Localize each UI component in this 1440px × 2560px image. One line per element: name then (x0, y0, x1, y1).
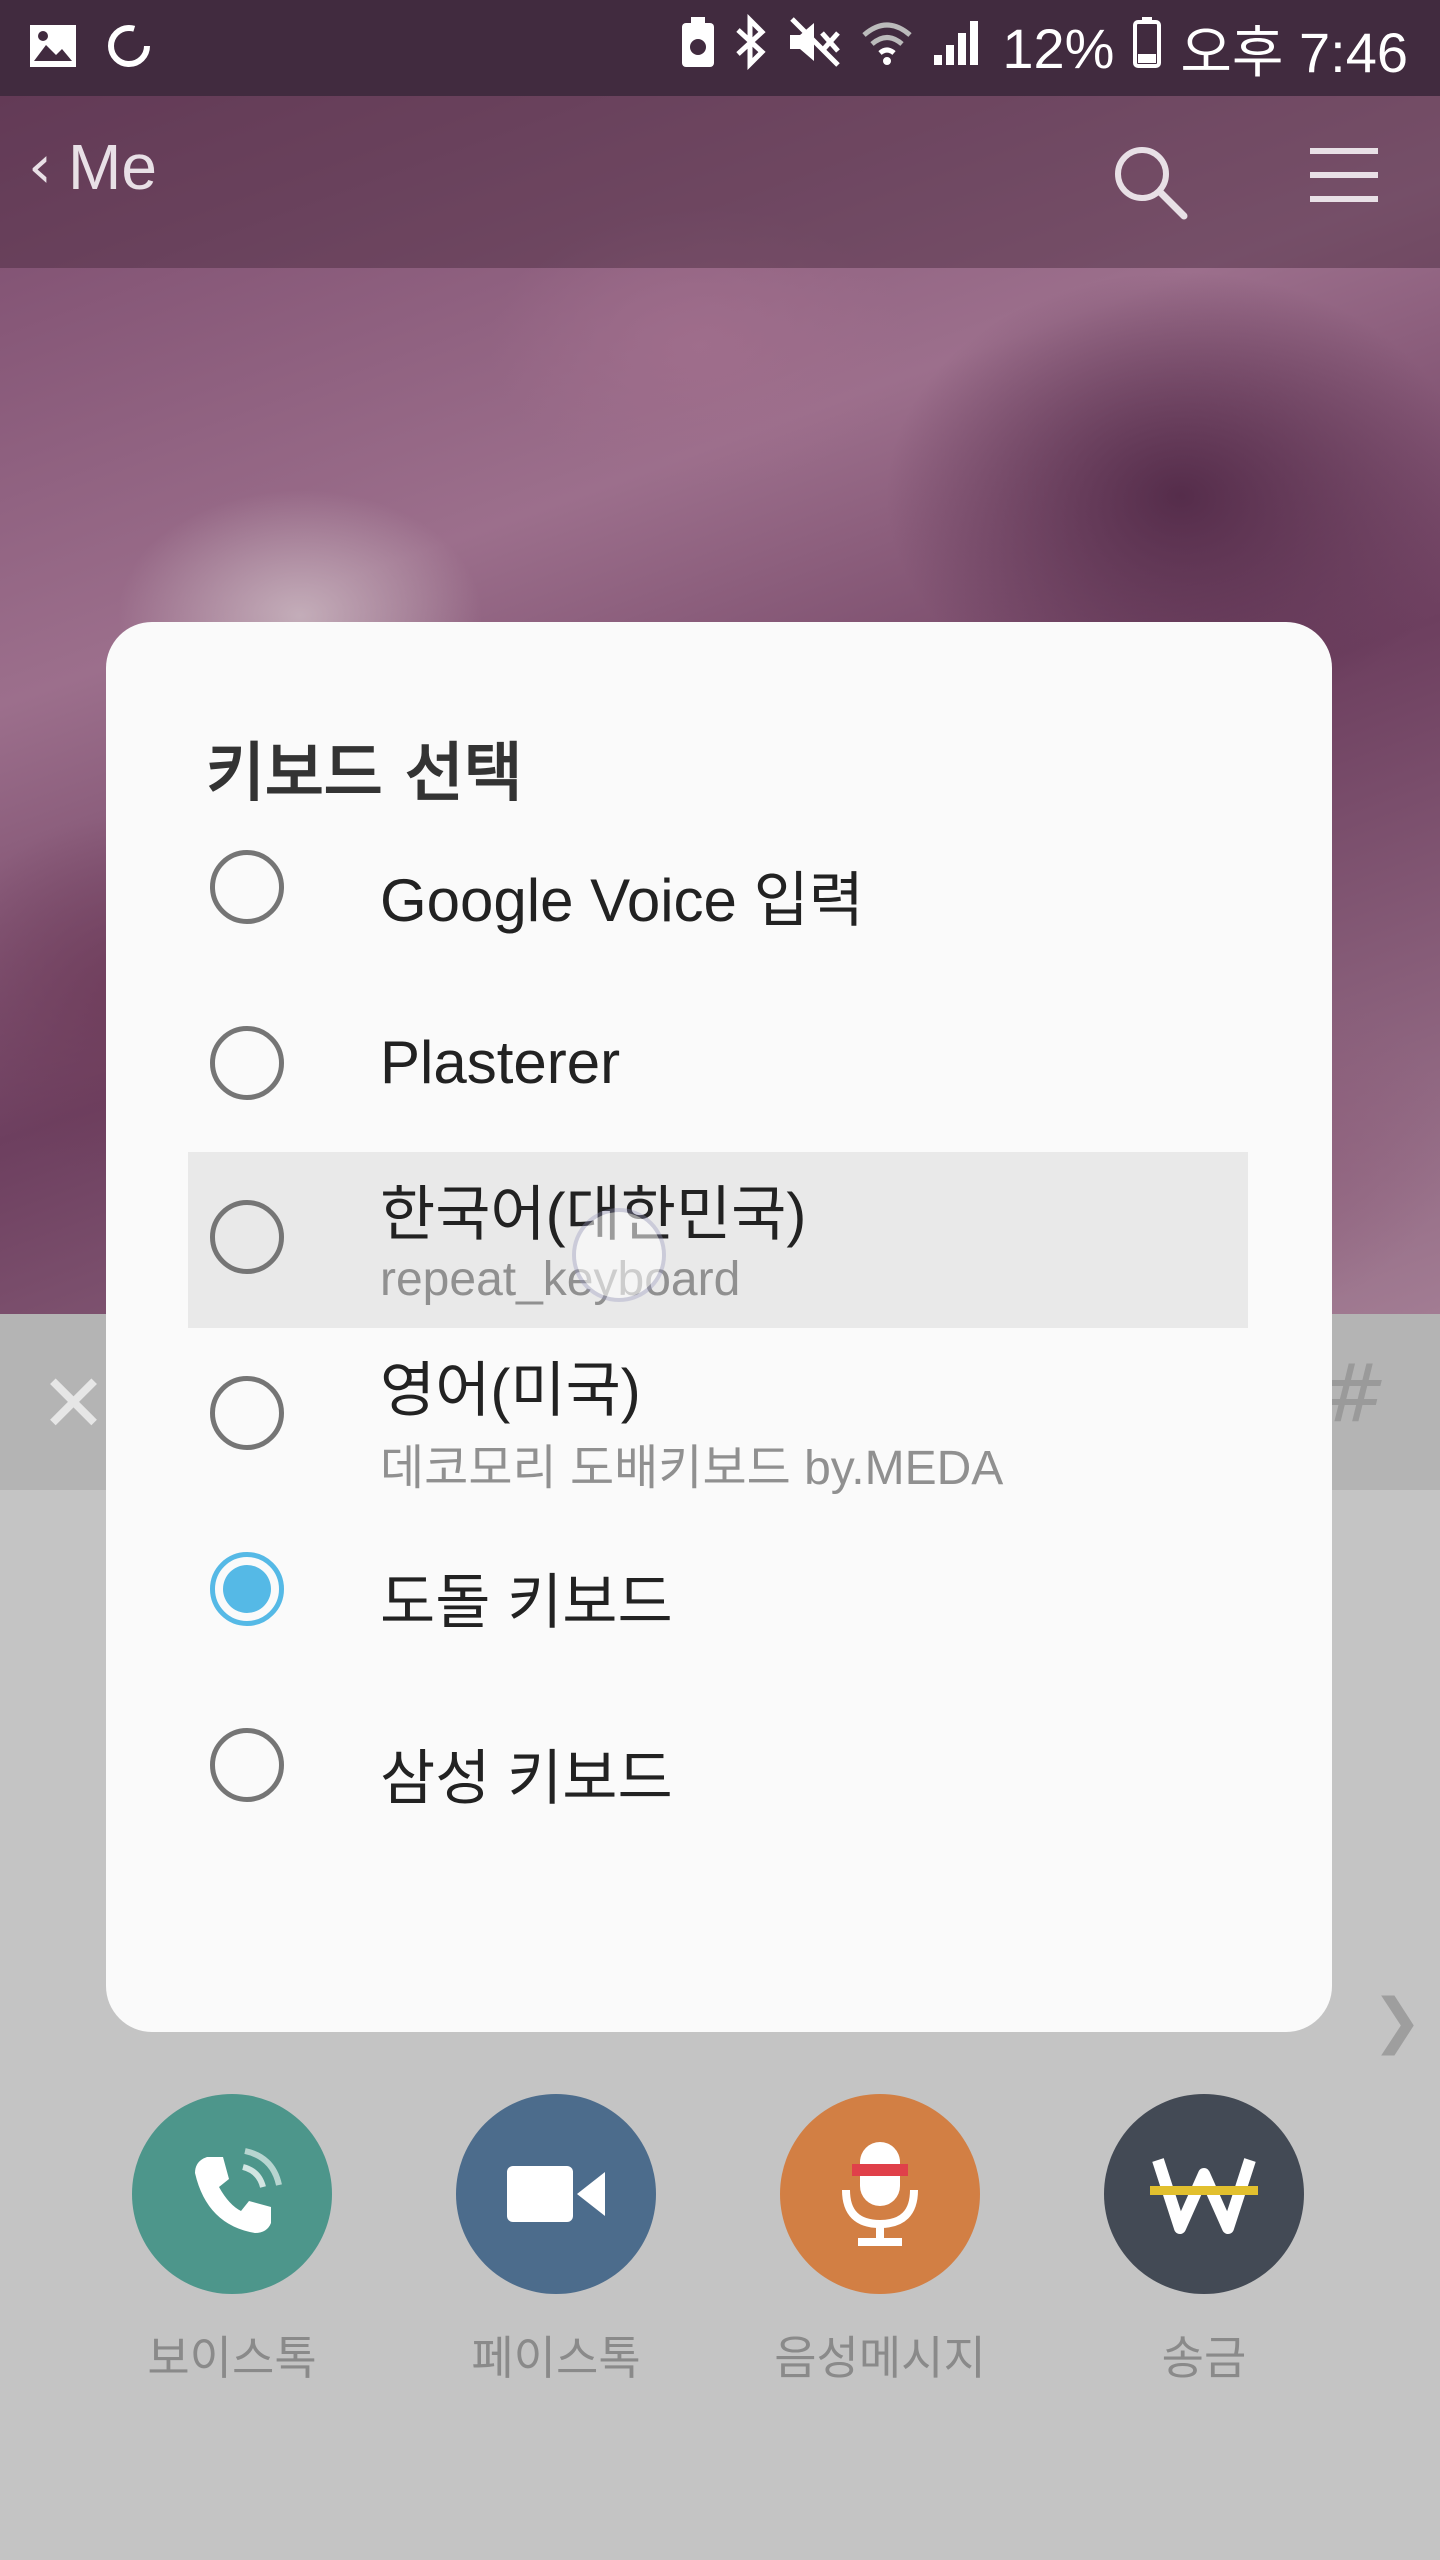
clock: 오후 7:46 (1180, 20, 1408, 84)
radio-checked[interactable] (210, 1552, 284, 1626)
keyboard-option[interactable]: 도돌 키보드 (188, 1504, 1248, 1680)
chevron-left-icon: ‹ (28, 132, 52, 202)
face-talk-button[interactable]: 페이스톡 (436, 2094, 676, 2388)
keyboard-option[interactable]: 영어(미국) 데코모리 도배키보드 by.MEDA (188, 1328, 1248, 1504)
keyboard-option[interactable]: 한국어(대한민국) repeat_keyboard (188, 1152, 1248, 1328)
sync-icon (104, 21, 154, 75)
action-label: 보이스톡 (147, 2331, 317, 2385)
keyboard-option[interactable]: Google Voice 입력 (188, 802, 1248, 978)
radio-button[interactable] (210, 850, 284, 924)
keyboard-option[interactable]: 삼성 키보드 (188, 1680, 1248, 1856)
search-icon[interactable] (1108, 140, 1192, 228)
keyboard-select-dialog: 키보드 선택 Google Voice 입력 Plasterer 한국어(대한민국)… (106, 622, 1332, 2032)
keyboard-option-label: 도돌 키보드 (380, 1569, 673, 1636)
radio-button[interactable] (210, 1026, 284, 1100)
menu-icon[interactable] (1306, 140, 1382, 214)
touch-ripple (576, 1212, 662, 1298)
phone-icon (132, 2094, 332, 2294)
dialog-title: 키보드 선택 (206, 737, 523, 811)
radio-button[interactable] (210, 1728, 284, 1802)
wifi-icon (860, 17, 914, 80)
action-label: 송금 (1161, 2331, 1247, 2385)
attachment-actions: 보이스톡 페이스톡 음성메시지 송금 (0, 2094, 1440, 2394)
keyboard-option[interactable]: Plasterer (188, 978, 1248, 1154)
battery-saver-icon (680, 15, 716, 82)
keyboard-option-label: Plasterer (380, 1029, 621, 1096)
voice-message-button[interactable]: 음성메시지 (760, 2094, 1000, 2388)
radio-button[interactable] (210, 1200, 284, 1274)
action-label: 음성메시지 (774, 2331, 986, 2385)
close-icon[interactable]: ✕ (40, 1364, 107, 1444)
gallery-icon (28, 23, 78, 73)
mute-icon (786, 15, 842, 82)
chat-top-bar (0, 96, 1440, 268)
radio-button[interactable] (210, 1376, 284, 1450)
chevron-right-icon[interactable]: ❯ (1372, 1986, 1422, 2056)
back-button[interactable]: ‹ Me (28, 130, 157, 204)
microphone-icon (780, 2094, 980, 2294)
battery-icon (1132, 14, 1162, 83)
remittance-button[interactable]: 송금 (1084, 2094, 1324, 2388)
keyboard-option-label: Google Voice 입력 (380, 867, 864, 934)
voice-talk-button[interactable]: 보이스톡 (112, 2094, 352, 2388)
won-icon (1104, 2094, 1304, 2294)
chat-title: Me (68, 131, 157, 203)
video-icon (456, 2094, 656, 2294)
keyboard-option-label: 영어(미국) (380, 1357, 641, 1424)
keyboard-option-label: 삼성 키보드 (380, 1745, 673, 1812)
signal-icon (932, 17, 984, 80)
bluetooth-icon (734, 13, 768, 83)
keyboard-option-subtitle: 데코모리 도배키보드 by.MEDA (380, 1442, 1004, 1495)
action-label: 페이스톡 (471, 2331, 641, 2385)
battery-percent: 12% (1002, 16, 1115, 80)
keyboard-option-subtitle: repeat_keyboard (380, 1253, 741, 1306)
status-bar: 12% 오후 7:46 (0, 0, 1440, 96)
